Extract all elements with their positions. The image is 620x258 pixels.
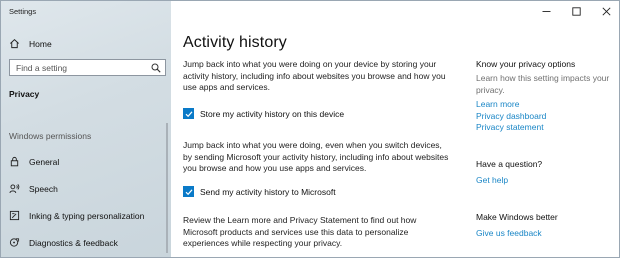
sidebar-item-diagnostics[interactable]: Diagnostics & feedback	[9, 236, 118, 250]
window-controls	[531, 1, 619, 21]
sidebar: Settings Home Privacy Windows permission…	[1, 1, 171, 257]
page-title: Activity history	[183, 34, 287, 51]
sidebar-item-label: Diagnostics & feedback	[29, 238, 118, 248]
close-button[interactable]	[591, 1, 619, 21]
store-history-checkbox-row[interactable]: Store my activity history on this device	[183, 108, 344, 119]
send-history-label: Send my activity history to Microsoft	[200, 186, 336, 197]
sidebar-item-speech[interactable]: Speech	[9, 182, 58, 196]
privacy-statement-link[interactable]: Privacy statement	[476, 122, 544, 132]
store-history-label: Store my activity history on this device	[200, 108, 345, 119]
close-icon	[601, 6, 611, 16]
search-icon[interactable]	[151, 63, 161, 73]
speech-icon	[9, 183, 20, 196]
home-nav-item[interactable]: Home	[9, 37, 52, 51]
question-heading: Have a question?	[476, 159, 543, 169]
learn-more-link[interactable]: Learn more	[476, 99, 519, 109]
checkmark-icon	[185, 110, 192, 117]
privacy-options-heading: Know your privacy options	[476, 59, 576, 69]
home-label: Home	[29, 39, 52, 49]
main-pane: Activity history Jump back into what you…	[171, 1, 619, 257]
sidebar-item-general[interactable]: General	[9, 155, 59, 169]
search-input[interactable]	[10, 60, 146, 75]
sidebar-item-label: Speech	[29, 184, 58, 194]
make-windows-better-heading: Make Windows better	[476, 212, 558, 222]
sidebar-item-label: Inking & typing personalization	[29, 211, 145, 221]
maximize-icon	[571, 6, 581, 16]
section-title-privacy: Privacy	[9, 89, 40, 99]
search-box[interactable]	[9, 59, 166, 76]
send-history-checkbox[interactable]	[183, 186, 194, 197]
get-help-link[interactable]: Get help	[476, 175, 508, 185]
sidebar-item-label: General	[29, 157, 60, 167]
maximize-button[interactable]	[561, 1, 591, 21]
group-title-windows-permissions: Windows permissions	[9, 131, 92, 141]
store-history-description: Jump back into what you were doing on yo…	[183, 59, 446, 92]
home-icon	[9, 38, 20, 51]
give-feedback-link[interactable]: Give us feedback	[476, 228, 542, 238]
sidebar-scrollbar[interactable]	[166, 123, 168, 253]
inking-icon	[9, 210, 20, 223]
send-history-description: Jump back into what you were doing, even…	[183, 140, 449, 173]
minimize-icon	[542, 10, 550, 12]
minimize-button[interactable]	[531, 1, 561, 21]
window-title: Settings	[9, 7, 37, 16]
diagnostics-icon	[9, 237, 20, 250]
privacy-review-text: Review the Learn more and Privacy Statem…	[183, 215, 417, 248]
sidebar-item-inking-typing[interactable]: Inking & typing personalization	[9, 209, 144, 223]
settings-window: Settings Home Privacy Windows permission…	[0, 0, 620, 258]
checkmark-icon	[185, 188, 192, 195]
send-history-checkbox-row[interactable]: Send my activity history to Microsoft	[183, 186, 336, 197]
privacy-dashboard-link[interactable]: Privacy dashboard	[476, 111, 546, 121]
store-history-checkbox[interactable]	[183, 108, 194, 119]
privacy-options-text: Learn how this setting impacts your priv…	[476, 73, 610, 95]
lock-icon	[9, 156, 20, 169]
